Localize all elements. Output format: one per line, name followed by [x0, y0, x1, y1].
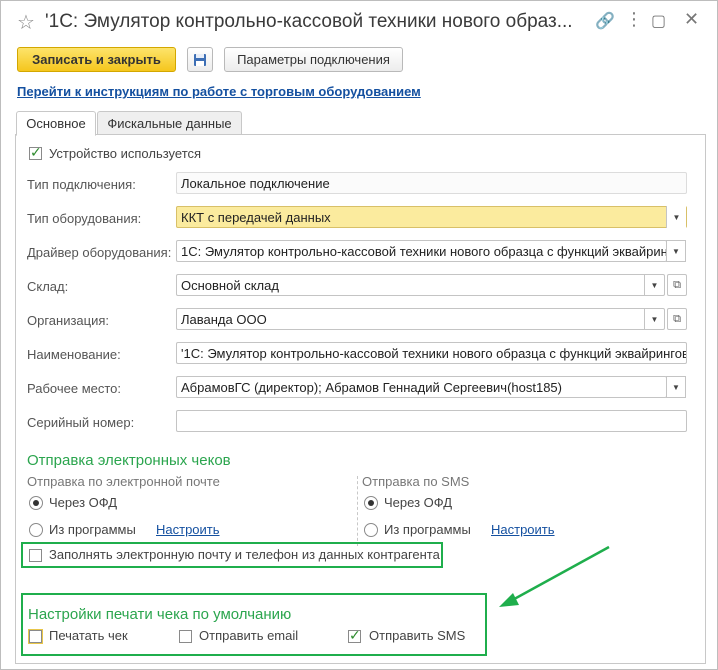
- driver-label: Драйвер оборудования:: [27, 245, 172, 260]
- form-window: ☆ '1С: Эмулятор контрольно-кассовой техн…: [0, 0, 718, 670]
- save-and-close-button[interactable]: Записать и закрыть: [17, 47, 176, 72]
- warehouse-select[interactable]: Основной склад: [176, 274, 665, 296]
- floppy-disk-icon: [194, 53, 206, 66]
- driver-value: 1С: Эмулятор контрольно-кассовой техники…: [181, 243, 667, 259]
- maximize-icon[interactable]: ▢: [651, 11, 666, 31]
- send-sms-label: Отправить SMS: [369, 628, 466, 643]
- tab-main[interactable]: Основное: [16, 111, 96, 136]
- name-label: Наименование:: [27, 347, 121, 362]
- print-defaults-highlight: [21, 593, 487, 656]
- print-receipt-label: Печатать чек: [49, 628, 128, 643]
- email-setup-link[interactable]: Настроить: [156, 522, 220, 537]
- workplace-value: АбрамовГС (директор); Абрамов Геннадий С…: [181, 379, 562, 395]
- sms-subtitle: Отправка по SMS: [362, 474, 470, 489]
- email-from-program-radio[interactable]: [29, 523, 43, 537]
- sms-via-ofd-label: Через ОФД: [384, 495, 453, 510]
- connection-type-label: Тип подключения:: [27, 177, 136, 192]
- connection-type-value: Локальное подключение: [181, 175, 330, 191]
- organization-select[interactable]: Лаванда ООО: [176, 308, 665, 330]
- window-title: '1С: Эмулятор контрольно-кассовой техник…: [45, 11, 573, 32]
- email-subtitle: Отправка по электронной почте: [27, 474, 220, 489]
- fill-contact-label: Заполнять электронную почту и телефон из…: [49, 547, 440, 562]
- annotation-arrow-icon: [499, 545, 610, 607]
- chevron-down-icon[interactable]: ▼: [666, 376, 686, 398]
- email-via-ofd-radio[interactable]: [29, 496, 43, 510]
- equipment-type-value: ККТ с передачей данных: [181, 209, 331, 225]
- chevron-down-icon[interactable]: ▼: [644, 308, 664, 330]
- open-icon[interactable]: ⧉: [667, 274, 687, 296]
- sms-via-ofd-radio[interactable]: [364, 496, 378, 510]
- serial-input[interactable]: [176, 410, 687, 432]
- close-icon[interactable]: ✕: [684, 9, 699, 30]
- chevron-down-icon[interactable]: ▼: [666, 206, 686, 228]
- print-defaults-title: Настройки печати чека по умолчанию: [28, 606, 292, 623]
- chevron-down-icon[interactable]: ▼: [644, 274, 664, 296]
- sms-from-program-label: Из программы: [384, 522, 471, 537]
- column-separator: [357, 476, 358, 546]
- driver-select[interactable]: 1С: Эмулятор контрольно-кассовой техники…: [176, 240, 667, 262]
- name-input[interactable]: '1С: Эмулятор контрольно-кассовой техник…: [176, 342, 687, 364]
- organization-label: Организация:: [27, 313, 110, 328]
- instructions-link[interactable]: Перейти к инструкциям по работе с торгов…: [17, 84, 421, 99]
- print-receipt-checkbox[interactable]: [28, 629, 43, 644]
- save-button[interactable]: [187, 47, 213, 72]
- sms-setup-link[interactable]: Настроить: [491, 522, 555, 537]
- device-used-label: Устройство используется: [49, 146, 202, 161]
- tab-fiscal-data[interactable]: Фискальные данные: [97, 111, 242, 135]
- name-value: '1С: Эмулятор контрольно-кассовой техник…: [181, 345, 687, 361]
- warehouse-label: Склад:: [27, 279, 69, 294]
- send-sms-checkbox[interactable]: [348, 627, 361, 644]
- title-bar: ☆ '1С: Эмулятор контрольно-кассовой техн…: [1, 1, 717, 43]
- equipment-type-select[interactable]: ККТ с передачей данных: [176, 206, 687, 228]
- email-via-ofd-label: Через ОФД: [49, 495, 118, 510]
- warehouse-value: Основной склад: [181, 277, 279, 293]
- send-email-checkbox[interactable]: [179, 630, 192, 643]
- workplace-select[interactable]: АбрамовГС (директор); Абрамов Геннадий С…: [176, 376, 667, 398]
- chevron-down-icon[interactable]: ▼: [666, 240, 686, 262]
- send-email-label: Отправить email: [199, 628, 299, 643]
- more-icon[interactable]: ⋮: [625, 9, 643, 30]
- sms-from-program-radio[interactable]: [364, 523, 378, 537]
- star-icon[interactable]: ☆: [17, 10, 35, 35]
- equipment-type-label: Тип оборудования:: [27, 211, 142, 226]
- connection-type-field: Локальное подключение: [176, 172, 687, 194]
- link-icon[interactable]: 🔗: [595, 11, 615, 31]
- email-from-program-label: Из программы: [49, 522, 136, 537]
- workplace-label: Рабочее место:: [27, 381, 122, 396]
- connection-params-button[interactable]: Параметры подключения: [224, 47, 403, 72]
- serial-label: Серийный номер:: [27, 415, 135, 430]
- device-used-checkbox[interactable]: [29, 144, 42, 161]
- receipts-section-title: Отправка электронных чеков: [27, 452, 231, 469]
- fill-contact-checkbox[interactable]: [29, 549, 42, 562]
- organization-value: Лаванда ООО: [181, 311, 267, 327]
- open-icon[interactable]: ⧉: [667, 308, 687, 330]
